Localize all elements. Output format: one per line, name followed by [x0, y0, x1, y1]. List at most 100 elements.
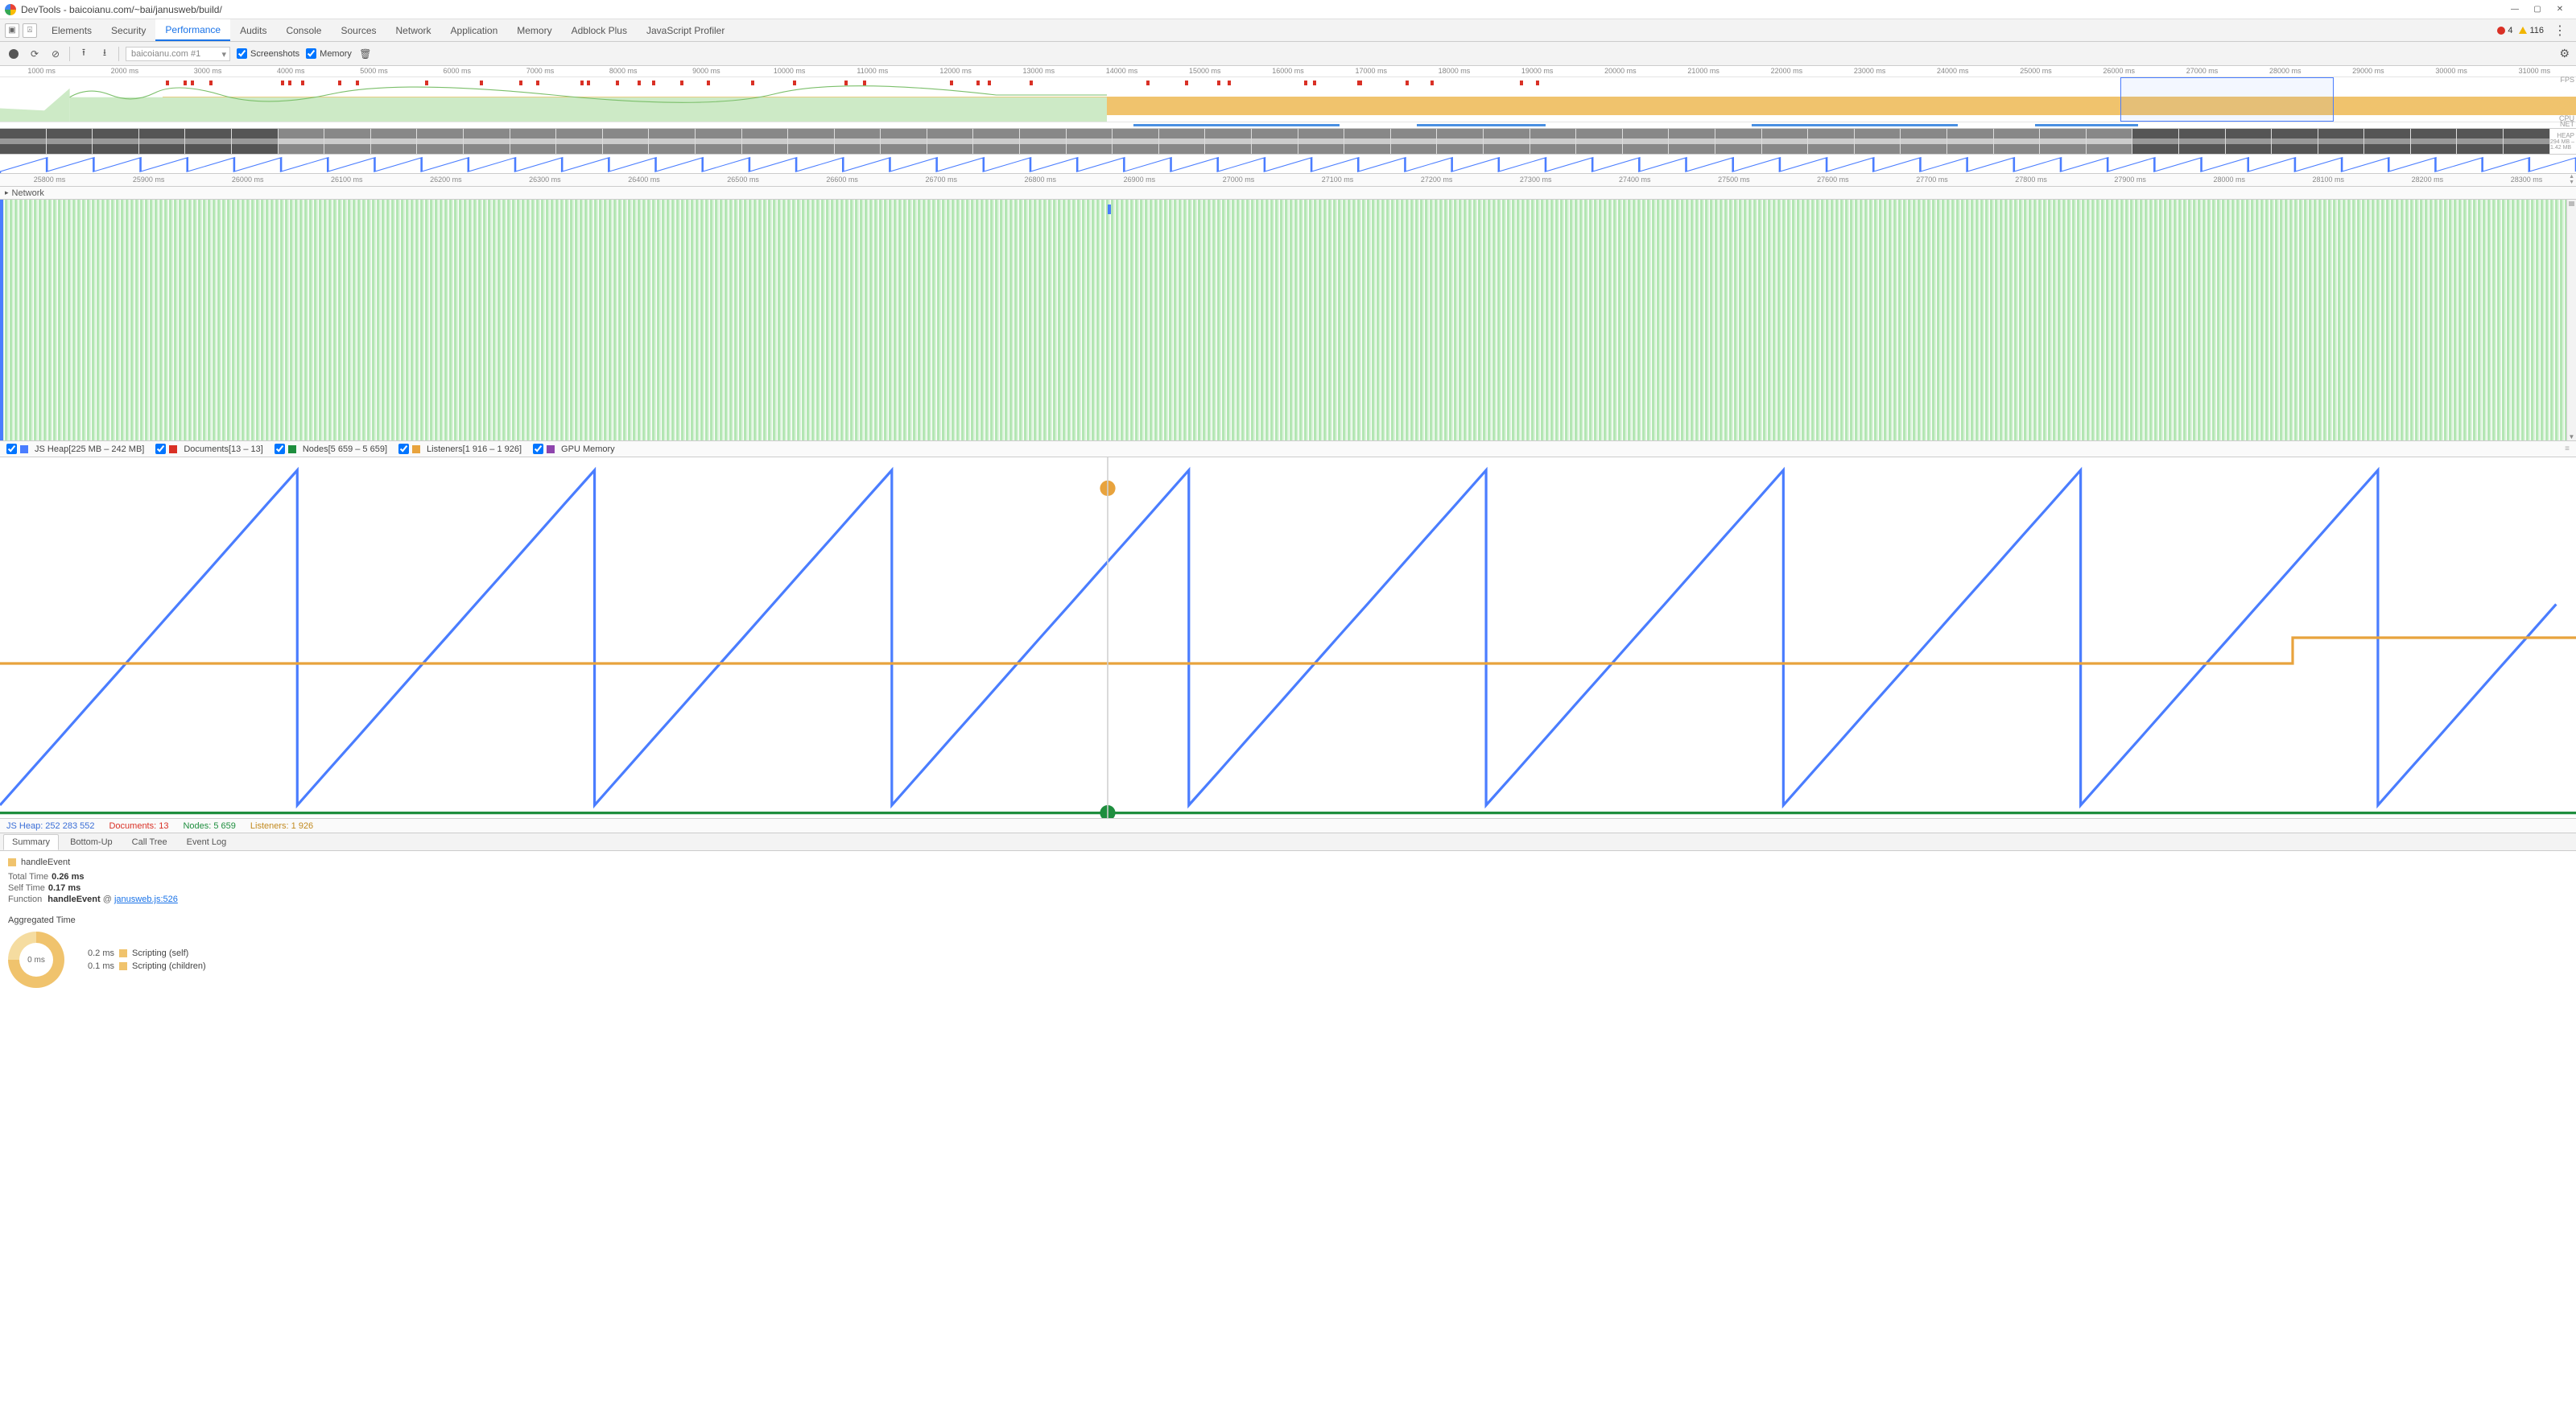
filmstrip-thumb[interactable] — [510, 129, 557, 154]
flame-scrollbar[interactable]: ▲ ▼ — [2566, 200, 2576, 440]
filmstrip-thumb[interactable] — [1298, 129, 1345, 154]
window-minimize-button[interactable]: — — [2504, 2, 2526, 18]
filmstrip-thumb[interactable] — [2411, 129, 2458, 154]
filmstrip-thumb[interactable] — [696, 129, 742, 154]
warning-count-badge[interactable]: 116 — [2519, 26, 2544, 35]
tab-sources[interactable]: Sources — [331, 19, 386, 41]
more-menu-button[interactable]: ⋮ — [2550, 23, 2570, 39]
dock-side-button[interactable]: ▣ — [5, 23, 19, 38]
filmstrip-thumb[interactable] — [1205, 129, 1252, 154]
tab-console[interactable]: Console — [276, 19, 331, 41]
filmstrip-thumb[interactable] — [1530, 129, 1577, 154]
record-button[interactable] — [6, 47, 21, 61]
tab-performance[interactable]: Performance — [155, 19, 230, 41]
filmstrip-thumb[interactable] — [2040, 129, 2087, 154]
filmstrip-thumb[interactable] — [835, 129, 881, 154]
load-profile-button[interactable]: ⭱ — [76, 47, 91, 61]
filmstrip-thumb[interactable] — [1576, 129, 1623, 154]
filmstrip-thumb[interactable] — [603, 129, 650, 154]
filmstrip-thumb[interactable] — [1947, 129, 1994, 154]
filmstrip-thumb[interactable] — [1067, 129, 1113, 154]
filmstrip-thumb[interactable] — [2272, 129, 2318, 154]
filmstrip-thumb[interactable] — [2318, 129, 2365, 154]
counter-nodes[interactable]: Nodes[5 659 – 5 659] — [275, 444, 387, 454]
filmstrip-thumb[interactable] — [371, 129, 418, 154]
tab-jsprofiler[interactable]: JavaScript Profiler — [637, 19, 734, 41]
window-maximize-button[interactable]: ▢ — [2526, 2, 2549, 18]
scroll-down-icon[interactable]: ▼ — [2569, 180, 2574, 185]
counters-collapse-icon[interactable]: ≡ — [2565, 444, 2570, 453]
filmstrip-thumb[interactable] — [464, 129, 510, 154]
scroll-up-icon[interactable]: ▲ — [2569, 174, 2574, 180]
network-section-toggle[interactable]: Network — [0, 187, 2576, 200]
filmstrip-thumb[interactable] — [139, 129, 186, 154]
filmstrip-thumb[interactable] — [1484, 129, 1530, 154]
reload-record-button[interactable]: ⟳ — [27, 47, 42, 61]
window-close-button[interactable]: ✕ — [2549, 2, 2571, 18]
screenshots-checkbox[interactable]: Screenshots — [237, 48, 299, 59]
tab-memory[interactable]: Memory — [507, 19, 561, 41]
filmstrip-thumb[interactable] — [1344, 129, 1391, 154]
filmstrip-thumb[interactable] — [2457, 129, 2504, 154]
tab-security[interactable]: Security — [101, 19, 155, 41]
filmstrip-thumb[interactable] — [185, 129, 232, 154]
error-count-badge[interactable]: 4 — [2497, 26, 2512, 35]
filmstrip-thumb[interactable] — [788, 129, 835, 154]
filmstrip-thumb[interactable] — [556, 129, 603, 154]
tab-application[interactable]: Application — [441, 19, 508, 41]
filmstrip-thumb[interactable] — [1623, 129, 1670, 154]
filmstrip-thumb[interactable] — [93, 129, 139, 154]
filmstrip-thumb[interactable] — [2179, 129, 2226, 154]
save-profile-button[interactable]: ⭳ — [97, 47, 112, 61]
btab-eventlog[interactable]: Event Log — [179, 835, 235, 849]
filmstrip-thumb[interactable] — [2504, 129, 2550, 154]
filmstrip-thumb[interactable] — [1391, 129, 1438, 154]
filmstrip-thumb[interactable] — [1437, 129, 1484, 154]
counter-gpu[interactable]: GPU Memory — [533, 444, 615, 454]
source-link[interactable]: janusweb.js:526 — [114, 895, 178, 904]
filmstrip-thumb[interactable] — [973, 129, 1020, 154]
filmstrip-thumb[interactable] — [1808, 129, 1855, 154]
counter-listeners[interactable]: Listeners[1 916 – 1 926] — [398, 444, 522, 454]
btab-calltree[interactable]: Call Tree — [124, 835, 175, 849]
filmstrip-thumb[interactable] — [2087, 129, 2133, 154]
gc-button[interactable]: 🗑 — [358, 47, 373, 61]
filmstrip-thumb[interactable] — [1994, 129, 2041, 154]
btab-bottomup[interactable]: Bottom-Up — [62, 835, 121, 849]
filmstrip-thumb[interactable] — [742, 129, 789, 154]
clear-button[interactable]: ⊘ — [48, 47, 63, 61]
memory-checkbox[interactable]: Memory — [306, 48, 352, 59]
filmstrip-thumb[interactable] — [279, 129, 325, 154]
filmstrip-thumb[interactable] — [1901, 129, 1947, 154]
filmstrip-thumb[interactable] — [232, 129, 279, 154]
filmstrip-thumb[interactable] — [47, 129, 93, 154]
flame-chart[interactable]: ▲ ▼ — [0, 200, 2576, 441]
filmstrip-thumb[interactable] — [927, 129, 974, 154]
filmstrip-thumb[interactable] — [1855, 129, 1901, 154]
filmstrip-thumb[interactable] — [1762, 129, 1809, 154]
memory-counters-chart[interactable] — [0, 457, 2576, 819]
filmstrip-thumb[interactable] — [1715, 129, 1762, 154]
filmstrip-thumb[interactable] — [324, 129, 371, 154]
filmstrip-thumb[interactable] — [2226, 129, 2273, 154]
filmstrip-thumb[interactable] — [1113, 129, 1159, 154]
filmstrip-thumb[interactable] — [0, 129, 47, 154]
tab-network[interactable]: Network — [386, 19, 441, 41]
counter-jsheap[interactable]: JS Heap[225 MB – 242 MB] — [6, 444, 144, 454]
tab-audits[interactable]: Audits — [230, 19, 276, 41]
tab-elements[interactable]: Elements — [42, 19, 101, 41]
overview-selection[interactable] — [2120, 77, 2334, 122]
filmstrip-thumb[interactable] — [2132, 129, 2179, 154]
filmstrip-thumb[interactable] — [1159, 129, 1206, 154]
filmstrip-thumb[interactable] — [881, 129, 927, 154]
filmstrip-thumb[interactable] — [1020, 129, 1067, 154]
target-select[interactable]: baicoianu.com #1 — [126, 47, 230, 61]
overview-pane[interactable]: 1000 ms2000 ms3000 ms4000 ms5000 ms6000 … — [0, 66, 2576, 129]
tab-adblock[interactable]: Adblock Plus — [562, 19, 637, 41]
filmstrip-thumb[interactable] — [1669, 129, 1715, 154]
settings-button[interactable]: ⚙ — [2559, 47, 2570, 60]
btab-summary[interactable]: Summary — [3, 834, 59, 850]
filmstrip-thumb[interactable] — [417, 129, 464, 154]
counter-documents[interactable]: Documents[13 – 13] — [155, 444, 262, 454]
filmstrip-thumb[interactable] — [1252, 129, 1298, 154]
